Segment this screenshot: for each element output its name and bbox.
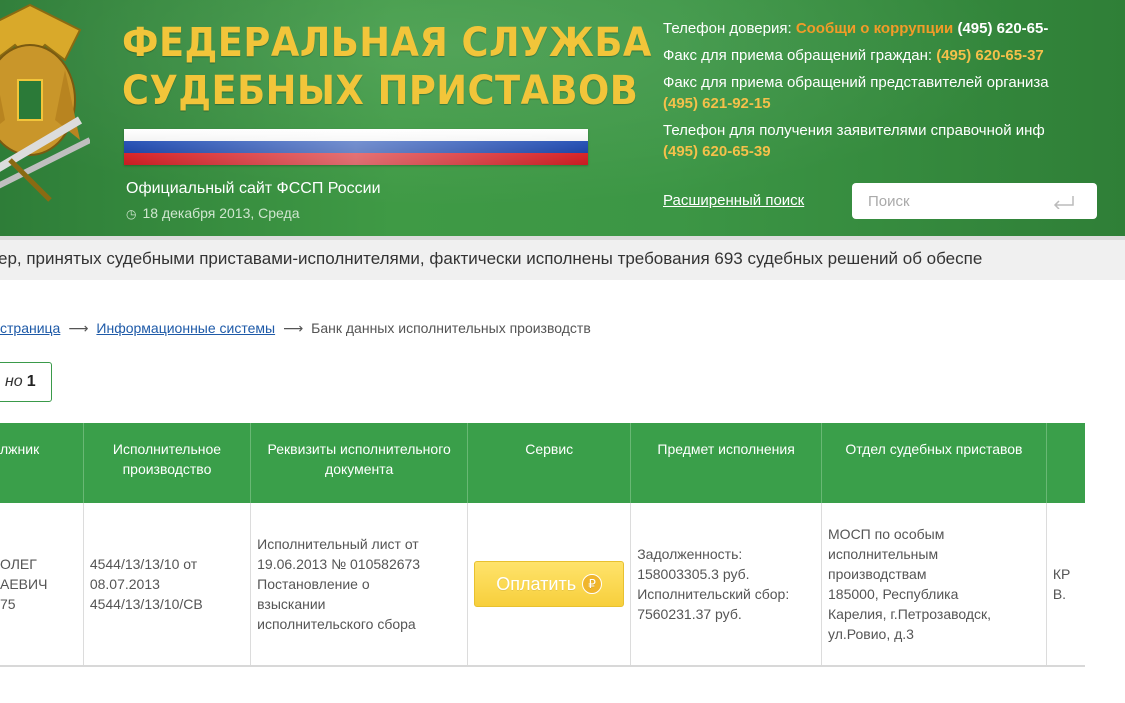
department-line: исполнительным xyxy=(828,546,939,562)
bailiff-line: КР xyxy=(1052,566,1071,582)
fax-org-label: Факс для приема обращений представителей… xyxy=(663,74,1049,91)
site-header: ФЕДЕРАЛЬНАЯ СЛУЖБА СУДЕБНЫХ ПРИСТАВОВ Оф… xyxy=(0,0,1125,236)
results-count-value: 1 xyxy=(26,373,36,390)
fax-citizens-row: Факс для приема обращений граждан: (495)… xyxy=(663,45,1125,66)
cell-subject: Задолженность: 158003305.3 руб. Исполнит… xyxy=(630,503,823,667)
date-text: 18 декабря 2013, Среда xyxy=(142,205,300,221)
cell-bailiff: КР В. xyxy=(1046,503,1085,667)
news-ticker: ер, принятых судебными приставами-исполн… xyxy=(0,236,1125,280)
breadcrumb-home-link[interactable]: страница xyxy=(0,320,60,336)
search-box xyxy=(852,183,1097,219)
breadcrumb-separator: ⟶ xyxy=(68,320,89,336)
subject-line: 158003305.3 руб. xyxy=(637,566,750,582)
cell-department: МОСП по особым исполнительным производст… xyxy=(821,503,1047,667)
results-count-label: но xyxy=(5,373,23,390)
department-line: Карелия, г.Петрозаводск, xyxy=(828,606,992,622)
corruption-report-link[interactable]: Сообщи о коррупции xyxy=(796,20,953,37)
department-line: 185000, Республика xyxy=(828,586,959,602)
current-date: ◷ 18 декабря 2013, Среда xyxy=(126,205,300,221)
subject-line: Задолженность: xyxy=(637,546,743,562)
russian-flag-banner xyxy=(124,129,588,165)
cell-document: Исполнительный лист от 19.06.2013 № 0105… xyxy=(250,503,469,667)
results-table: лжник Исполнительное производство Реквиз… xyxy=(0,423,1085,667)
subject-line: Исполнительский сбор: xyxy=(637,586,790,602)
clock-icon: ◷ xyxy=(126,207,137,221)
header-department: Отдел судебных приставов xyxy=(821,423,1047,503)
agency-title-line1: ФЕДЕРАЛЬНАЯ СЛУЖБА xyxy=(122,20,652,66)
department-line: ул.Ровио, д.3 xyxy=(828,626,914,642)
results-count-box: но 1 xyxy=(0,362,52,402)
pay-button-label: Оплатить xyxy=(496,574,577,594)
proceeding-line: 4544/13/13/10 от xyxy=(89,556,198,572)
header-service: Сервис xyxy=(467,423,632,503)
header-proceeding: Исполнительное производство xyxy=(83,423,252,503)
document-line: Постановление о xyxy=(257,576,370,592)
department-line: МОСП по особым xyxy=(828,526,945,542)
proceeding-line: 4544/13/13/10/СВ xyxy=(89,596,203,612)
breadcrumb-current: Банк данных исполнительных производств xyxy=(311,320,591,336)
table-row: ОЛЕГ АЕВИЧ 75 4544/13/13/10 от 08.07.201… xyxy=(0,503,1085,667)
header-subject: Предмет исполнения xyxy=(630,423,823,503)
contacts-block: Телефон доверия: Сообщи о коррупции (495… xyxy=(663,18,1125,162)
document-line: исполнительского сбора xyxy=(257,616,416,632)
document-line: 19.06.2013 № 010582673 xyxy=(257,556,421,572)
document-line: взыскании xyxy=(257,596,326,612)
header-debtor: лжник xyxy=(0,423,84,503)
fax-citizens-label: Факс для приема обращений граждан: xyxy=(663,47,937,64)
breadcrumb-info-systems-link[interactable]: Информационные системы xyxy=(96,320,275,336)
debtor-line: 75 xyxy=(0,596,16,612)
info-phone-label: Телефон для получения заявителями справо… xyxy=(663,122,1045,139)
table-header-row: лжник Исполнительное производство Реквиз… xyxy=(0,423,1085,503)
enter-icon[interactable] xyxy=(1053,195,1075,209)
ticker-text: ер, принятых судебными приставами-исполн… xyxy=(0,249,983,268)
bailiff-line: В. xyxy=(1052,586,1067,602)
site-name: Официальный сайт ФССП России xyxy=(126,180,381,197)
pay-button[interactable]: Оплатить ₽ xyxy=(474,561,625,607)
trust-phone-row: Телефон доверия: Сообщи о коррупции (495… xyxy=(663,18,1125,39)
trust-label: Телефон доверия: xyxy=(663,20,796,37)
ruble-icon: ₽ xyxy=(582,574,603,594)
document-line: Исполнительный лист от xyxy=(257,536,419,552)
info-phone: (495) 620-65-39 xyxy=(663,143,771,160)
agency-title-line2: СУДЕБНЫХ ПРИСТАВОВ xyxy=(122,68,639,114)
breadcrumb-separator: ⟶ xyxy=(283,320,304,336)
trust-phone: (495) 620-65- xyxy=(953,20,1049,37)
fax-org-phone: (495) 621-92-15 xyxy=(663,95,771,112)
advanced-search-link[interactable]: Расширенный поиск xyxy=(663,192,804,209)
cell-service: Оплатить ₽ xyxy=(467,503,632,667)
debtor-line: АЕВИЧ xyxy=(0,576,48,592)
debtor-line: ОЛЕГ xyxy=(0,556,37,572)
department-line: производствам xyxy=(828,566,927,582)
breadcrumb: страница ⟶ Информационные системы ⟶ Банк дан… xyxy=(0,320,591,337)
cell-debtor: ОЛЕГ АЕВИЧ 75 xyxy=(0,503,84,667)
search-input[interactable] xyxy=(866,183,1060,219)
fssp-emblem-icon xyxy=(0,3,90,202)
proceeding-line: 08.07.2013 xyxy=(89,576,160,592)
cell-proceeding: 4544/13/13/10 от 08.07.2013 4544/13/13/1… xyxy=(83,503,252,667)
header-document: Реквизиты исполнительного документа xyxy=(250,423,469,503)
subject-line: 7560231.37 руб. xyxy=(637,606,742,622)
header-bailiff xyxy=(1046,423,1085,503)
fax-citizens-phone: (495) 620-65-37 xyxy=(936,47,1044,64)
